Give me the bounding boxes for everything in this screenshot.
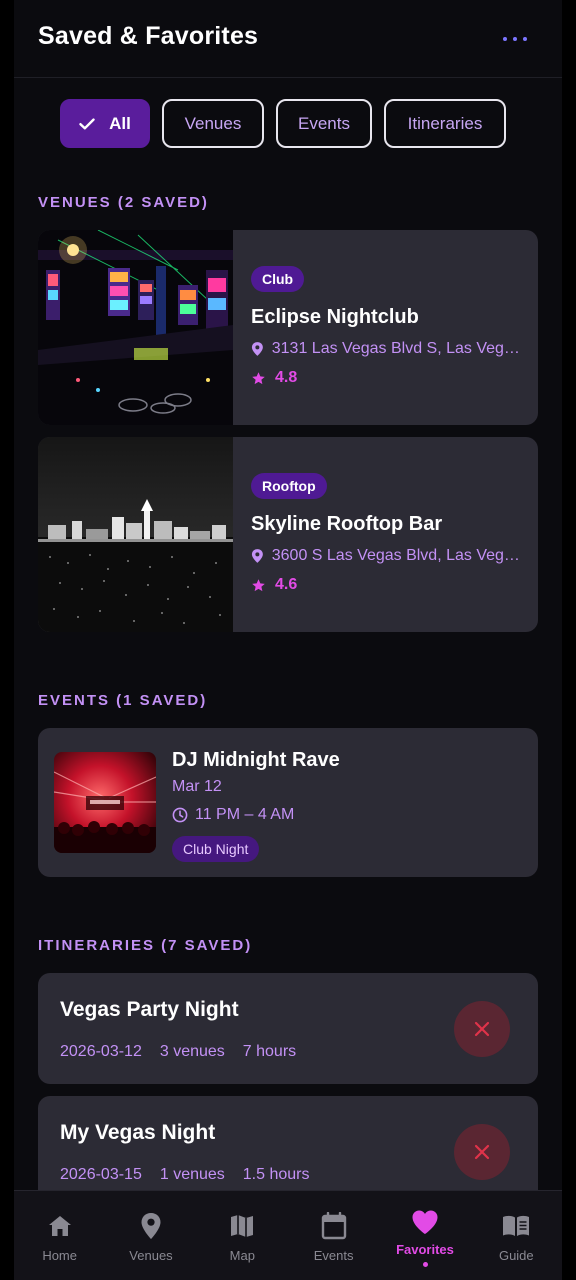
venue-card[interactable]: Club Eclipse Nightclub 3131 Las Vegas Bl… (38, 230, 538, 425)
filter-chip-venues[interactable]: Venues (162, 99, 264, 148)
itinerary-card[interactable]: Vegas Party Night 2026-03-12 3 venues 7 … (38, 973, 538, 1084)
location-pin-icon (251, 342, 263, 356)
itinerary-duration: 1.5 hours (242, 1166, 310, 1183)
venue-category-badge: Club (251, 266, 305, 292)
tab-map[interactable]: Map (197, 1191, 288, 1280)
app-header: Saved & Favorites (14, 0, 562, 78)
tab-label: Guide (498, 1248, 534, 1263)
remove-itinerary-button[interactable] (454, 1124, 510, 1180)
tab-guide[interactable]: Guide (471, 1191, 562, 1280)
venue-name: Eclipse Nightclub (251, 306, 419, 328)
tab-venues[interactable]: Venues (105, 1191, 196, 1280)
itinerary-venue-count: 1 venues (159, 1166, 225, 1183)
location-pin-icon (251, 549, 263, 563)
itinerary-meta: 2026-03-12 3 venues 7 hours (60, 1043, 296, 1061)
more-dots-icon[interactable] (500, 26, 530, 52)
filter-chips: All Venues Events Itineraries (60, 99, 506, 148)
venue-address: 3600 S Las Vegas Blvd, Las Vegas, NV (251, 547, 527, 565)
section-label-venues: VENUES (2 SAVED) (38, 194, 209, 211)
itinerary-name: Vegas Party Night (60, 998, 239, 1021)
calendar-icon (321, 1212, 346, 1240)
venue-address-text: 3131 Las Vegas Blvd S, Las Vegas, NV (271, 340, 527, 357)
star-icon (252, 578, 265, 591)
book-icon (503, 1215, 530, 1236)
event-category-badge: Club Night (172, 836, 260, 862)
check-icon (79, 117, 95, 129)
filter-chip-all[interactable]: All (60, 99, 150, 148)
venue-rating-value: 4.6 (275, 576, 298, 593)
filter-chip-itineraries[interactable]: Itineraries (384, 99, 506, 148)
venue-card[interactable]: Rooftop Skyline Rooftop Bar 3600 S Las V… (38, 437, 538, 632)
tab-label: Map (229, 1248, 255, 1263)
filter-chip-label: Venues (184, 113, 242, 133)
venue-rating: 4.8 (251, 369, 297, 387)
itinerary-date: 2026-03-12 (60, 1043, 142, 1060)
event-name: DJ Midnight Rave (172, 749, 340, 771)
clock-icon (172, 807, 188, 823)
venue-address: 3131 Las Vegas Blvd S, Las Vegas, NV (251, 340, 527, 358)
section-label-itineraries: ITINERARIES (7 SAVED) (38, 937, 253, 954)
heart-icon (412, 1210, 438, 1234)
venue-category-badge: Rooftop (251, 473, 327, 499)
app-screen: Saved & Favorites All Venues Events Itin… (14, 0, 562, 1280)
location-pin-icon (141, 1213, 161, 1239)
venue-image-skyline (38, 437, 233, 632)
close-icon (474, 1144, 490, 1160)
page-title: Saved & Favorites (38, 22, 259, 50)
tab-events[interactable]: Events (288, 1191, 379, 1280)
filter-chip-label: All (109, 113, 131, 133)
home-icon (48, 1216, 71, 1236)
venue-address-text: 3600 S Las Vegas Blvd, Las Vegas, NV (271, 547, 527, 564)
section-label-events: EVENTS (1 SAVED) (38, 692, 208, 709)
venue-name: Skyline Rooftop Bar (251, 513, 443, 535)
tab-label: Events (313, 1248, 354, 1263)
tab-home[interactable]: Home (14, 1191, 105, 1280)
filter-chip-label: Events (298, 113, 350, 133)
tab-label: Venues (129, 1248, 173, 1263)
close-icon (474, 1021, 490, 1037)
venue-rating-value: 4.8 (275, 369, 298, 386)
tab-label: Favorites (396, 1242, 454, 1257)
remove-itinerary-button[interactable] (454, 1001, 510, 1057)
itinerary-duration: 7 hours (242, 1043, 297, 1060)
venue-rating: 4.6 (251, 576, 297, 594)
filter-chip-events[interactable]: Events (276, 99, 372, 148)
active-tab-indicator (422, 1262, 428, 1267)
map-icon (231, 1215, 254, 1237)
event-time: 11 PM – 4 AM (172, 806, 294, 824)
bottom-tab-bar: Home Venues Map Events Favorites Guide (14, 1190, 562, 1280)
itinerary-date: 2026-03-15 (60, 1166, 142, 1183)
event-time-text: 11 PM – 4 AM (195, 806, 295, 823)
tab-label: Home (42, 1248, 77, 1263)
event-card[interactable]: DJ Midnight Rave Mar 12 11 PM – 4 AM Clu… (38, 728, 538, 877)
star-icon (252, 371, 265, 384)
itinerary-meta: 2026-03-15 1 venues 1.5 hours (60, 1166, 310, 1184)
itinerary-venue-count: 3 venues (159, 1043, 225, 1060)
event-date: Mar 12 (172, 778, 222, 795)
event-image (54, 752, 156, 853)
tab-favorites[interactable]: Favorites (379, 1191, 470, 1280)
venue-image-casino (38, 230, 233, 425)
itinerary-name: My Vegas Night (60, 1121, 216, 1144)
filter-chip-label: Itineraries (407, 113, 483, 133)
